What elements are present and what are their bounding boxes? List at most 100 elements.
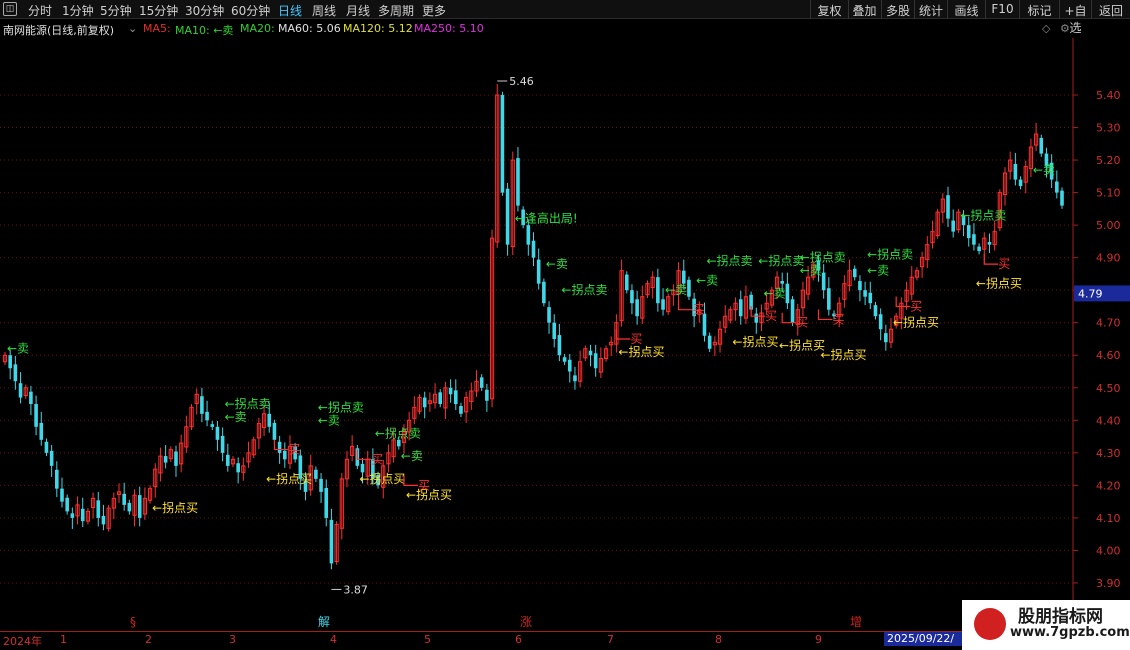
buy-signal-label: 买 <box>630 332 642 346</box>
y-tick-label: 4.20 <box>1096 479 1121 492</box>
y-tick-label: 4.40 <box>1096 414 1121 427</box>
sell-signal-label: ←卖 <box>867 264 889 278</box>
sell-signal-label: ←卖 <box>665 283 687 297</box>
period-tab-9[interactable]: 多周期 <box>378 2 414 19</box>
sell-signal-label: ←拐点卖 <box>960 207 1006 222</box>
candle-body <box>205 411 209 421</box>
candle-body <box>656 277 660 304</box>
candle-body <box>39 422 44 440</box>
period-tab-4[interactable]: 30分钟 <box>185 2 224 19</box>
stock-name[interactable]: 南网能源(日线,前复权) <box>3 22 114 38</box>
candle-body <box>972 234 976 245</box>
candle-body <box>438 392 443 405</box>
buy-signal-label: 买 <box>693 303 705 317</box>
period-tab-10[interactable]: 更多 <box>422 2 446 19</box>
candle-body <box>827 288 831 310</box>
candle-body <box>324 487 329 518</box>
buy-signal-marker <box>615 328 631 340</box>
candle-body <box>1055 181 1059 193</box>
turn-point-buy-label: ←拐点买 <box>893 315 939 330</box>
toolbar-button-0[interactable]: 复权 <box>810 0 848 19</box>
period-tab-7[interactable]: 周线 <box>312 2 336 19</box>
sell-signal-label: ←卖 <box>763 286 785 300</box>
y-tick-label: 5.30 <box>1096 122 1121 135</box>
buy-signal-label: 买 <box>832 312 844 326</box>
dropdown-icon[interactable]: ⌄ <box>128 22 137 35</box>
period-tab-1[interactable]: 1分钟 <box>62 2 94 19</box>
current-price-label: 4.79 <box>1078 287 1103 300</box>
candle-body <box>225 454 230 466</box>
candle-body <box>516 158 520 206</box>
toolbar-button-5[interactable]: F10 <box>985 0 1019 19</box>
candle-body <box>485 389 489 401</box>
candle-body <box>738 299 743 317</box>
buy-signal-marker <box>817 309 833 321</box>
turn-point-buy-label: ←拐点买 <box>359 471 405 486</box>
diamond-icon[interactable]: ◇ <box>1042 22 1050 35</box>
month-label: 6 <box>515 633 522 646</box>
candle-body <box>531 240 536 258</box>
toolbar-button-3[interactable]: 统计 <box>914 0 947 19</box>
candle-body <box>60 488 64 502</box>
candle-body <box>624 274 629 291</box>
candle-body <box>122 493 126 505</box>
candle-body <box>329 519 334 564</box>
buy-signal-label: 买 <box>796 316 808 330</box>
watermark-url: www.7gpzb.com <box>1010 625 1130 640</box>
buy-signal-label: 买 <box>998 257 1010 271</box>
candle-body <box>687 279 691 297</box>
candle-body <box>702 313 707 336</box>
sell-signal-label: ←拐点卖 <box>867 246 913 261</box>
event-marker[interactable]: 增 <box>850 615 862 629</box>
candle-body <box>65 497 69 512</box>
event-marker[interactable]: 涨 <box>520 614 532 629</box>
period-tab-2[interactable]: 5分钟 <box>100 2 132 19</box>
period-toolbar: ◫ 分时 1分钟 5分钟 15分钟 30分钟 60分钟 日线 周线 月线 多周期 更多 复权 叠加 多股统… <box>0 0 1130 35</box>
event-marker[interactable]: 解 <box>318 615 330 629</box>
sell-signal-label: ←卖 <box>401 449 423 463</box>
sell-signal-label: ←卖 <box>1033 163 1055 177</box>
sell-signal-label: ←卖 <box>7 342 29 356</box>
sell-signal-label: ←卖 <box>800 264 822 278</box>
candlestick-chart[interactable]: 3.904.004.104.204.304.404.504.604.704.80… <box>0 38 1130 631</box>
toolbar-button-7[interactable]: +自选 <box>1059 0 1091 35</box>
period-tab-8[interactable]: 月线 <box>346 2 370 19</box>
month-label: 2 <box>145 633 152 646</box>
turn-point-buy-label: ←拐点买 <box>779 337 825 352</box>
candle-body <box>593 353 598 369</box>
candle-body <box>946 195 950 219</box>
buy-signal-label: 买 <box>765 309 777 323</box>
period-tab-3[interactable]: 15分钟 <box>139 2 178 19</box>
period-tab-5[interactable]: 60分钟 <box>231 2 270 19</box>
ma5-label: MA5: <box>143 22 171 35</box>
toolbar-button-2[interactable]: 多股 <box>881 0 914 19</box>
candle-body <box>422 397 427 408</box>
buy-signal-label: 买 <box>910 299 922 313</box>
turn-point-buy-label: ←拐点买 <box>266 471 312 486</box>
toolbar-button-8[interactable]: 返回 <box>1091 0 1130 19</box>
sell-signal-label: ←拐点卖 <box>800 250 846 265</box>
candle-body <box>1060 190 1064 206</box>
event-marker[interactable]: § <box>130 615 136 629</box>
period-tab-0[interactable]: 分时 <box>28 2 52 19</box>
settings-gear-icon[interactable]: ⚙ <box>1060 22 1070 35</box>
candle-body <box>852 268 857 278</box>
toolbar-button-4[interactable]: 画线 <box>947 0 985 19</box>
buy-signal-marker <box>273 439 289 451</box>
panel-toggle-icon[interactable]: ◫ <box>3 2 17 16</box>
candle-body <box>49 450 54 466</box>
sell-signal-label: ←卖 <box>318 413 340 427</box>
candle-body <box>542 281 546 304</box>
watermark-title: 股朋指标网 <box>1018 607 1103 627</box>
candle-body <box>55 469 59 489</box>
y-tick-label: 4.70 <box>1096 317 1121 330</box>
period-tab-6[interactable]: 日线 <box>278 2 302 19</box>
buy-signal-marker <box>677 299 693 311</box>
toolbar-button-6[interactable]: 标记 <box>1019 0 1059 19</box>
toolbar-button-1[interactable]: 叠加 <box>848 0 880 19</box>
candle-body <box>987 242 992 245</box>
sell-signal-label: ←逢高出局! <box>515 211 578 226</box>
current-date-label: 2025/09/22/— <box>884 632 962 650</box>
candle-body <box>282 450 287 460</box>
y-tick-label: 5.10 <box>1096 187 1121 200</box>
